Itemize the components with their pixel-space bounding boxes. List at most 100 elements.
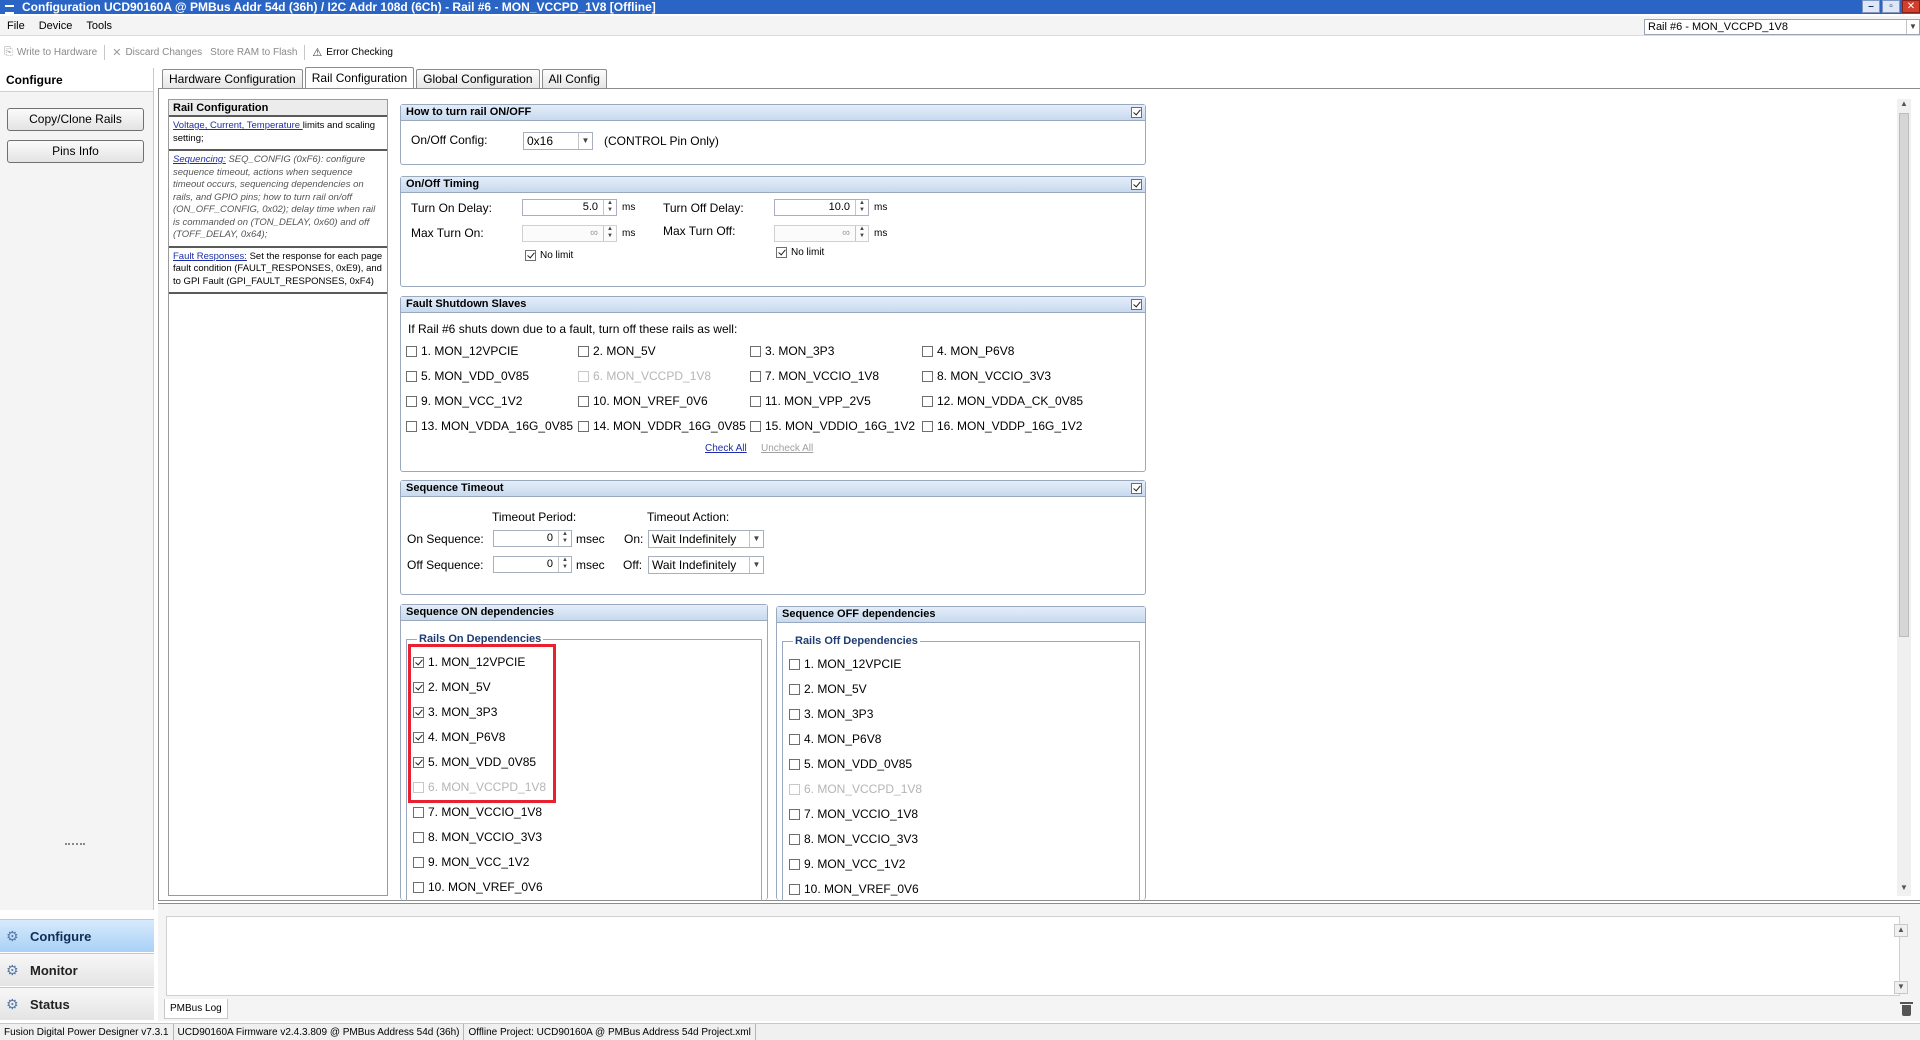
seq-off-rail-9-checkbox[interactable] (789, 858, 800, 870)
seq-on-rail-8[interactable]: 8. MON_VCCIO_3V3 (413, 830, 542, 844)
rail-selector-dropdown[interactable]: Rail #6 - MON_VCCPD_1V8 ▼ (1644, 19, 1920, 35)
seq-off-rail-1-checkbox[interactable] (789, 658, 800, 670)
trash-icon[interactable] (1900, 1002, 1914, 1017)
fault-rail-13[interactable]: 13. MON_VDDA_16G_0V85 (406, 419, 574, 433)
seq-off-rail-10-checkbox[interactable] (789, 883, 800, 895)
log-scroll-down-icon[interactable]: ▼ (1894, 981, 1908, 994)
tab-rail-configuration[interactable]: Rail Configuration (304, 67, 415, 88)
store-ram-to-flash-button[interactable]: Store RAM to Flash (206, 43, 301, 62)
off-sequence-timeout-spinner[interactable]: ▲ ▼ (558, 557, 571, 572)
max-turn-on-nolimit-checkbox[interactable] (525, 250, 536, 261)
copy-clone-rails-button[interactable]: Copy/Clone Rails (7, 108, 144, 131)
fault-rail-2-checkbox[interactable] (578, 345, 589, 357)
content-scrollbar[interactable]: ▲ ▼ (1897, 99, 1911, 896)
fault-enable-checkbox[interactable] (1131, 299, 1142, 310)
sequencing-link[interactable]: Sequencing: (173, 154, 226, 165)
log-scroll-up-icon[interactable]: ▲ (1894, 924, 1908, 937)
menu-device[interactable]: Device (32, 20, 80, 32)
scroll-up-icon[interactable]: ▲ (1897, 99, 1911, 112)
seq-on-rail-9-checkbox[interactable] (413, 856, 424, 868)
fault-rail-8-checkbox[interactable] (922, 370, 933, 382)
seq-on-rail-8-checkbox[interactable] (413, 831, 424, 843)
max-turn-on-input[interactable]: ∞ ▲ ▼ (522, 225, 617, 242)
max-turn-off-nolimit-checkbox[interactable] (776, 247, 787, 258)
seq-off-rail-2[interactable]: 2. MON_5V (789, 682, 867, 696)
max-turn-off-spinner[interactable]: ▲ ▼ (855, 226, 868, 241)
seq-off-rail-5-checkbox[interactable] (789, 758, 800, 770)
turn-off-delay-input[interactable]: 10.0 ▲ ▼ (774, 199, 869, 216)
nav-section-configure[interactable]: ⚙ Configure (0, 919, 154, 952)
tab-global-configuration[interactable]: Global Configuration (416, 69, 540, 88)
uncheck-all-link[interactable]: Uncheck All (761, 443, 813, 454)
seq-off-rail-4[interactable]: 4. MON_P6V8 (789, 732, 881, 746)
nav-section-status[interactable]: ⚙ Status (0, 987, 154, 1020)
seq-off-rail-7-checkbox[interactable] (789, 808, 800, 820)
menu-tools[interactable]: Tools (79, 20, 119, 32)
fault-rail-15-checkbox[interactable] (750, 420, 761, 432)
fault-rail-7[interactable]: 7. MON_VCCIO_1V8 (750, 369, 879, 383)
onoff-enable-checkbox[interactable] (1131, 107, 1142, 118)
minimize-button[interactable]: – (1862, 0, 1880, 13)
voltage-current-temp-link[interactable]: Voltage, Current, Temperature (173, 120, 303, 131)
fault-rail-7-checkbox[interactable] (750, 370, 761, 382)
restore-button[interactable]: ▫ (1882, 0, 1900, 13)
onoff-config-dropdown[interactable]: 0x16 ▼ (523, 132, 593, 150)
timeout-enable-checkbox[interactable] (1131, 483, 1142, 494)
turn-on-delay-spinner[interactable]: ▲ ▼ (603, 200, 616, 215)
timing-enable-checkbox[interactable] (1131, 179, 1142, 190)
fault-rail-3[interactable]: 3. MON_3P3 (750, 344, 834, 358)
seq-on-rail-7[interactable]: 7. MON_VCCIO_1V8 (413, 805, 542, 819)
nav-section-monitor[interactable]: ⚙ Monitor (0, 953, 154, 986)
discard-changes-button[interactable]: ✕ Discard Changes (108, 43, 206, 62)
fault-rail-16-checkbox[interactable] (922, 420, 933, 432)
off-timeout-action-dropdown[interactable]: Wait Indefinitely ▼ (648, 556, 764, 574)
scroll-down-icon[interactable]: ▼ (1897, 883, 1911, 896)
seq-off-rail-3-checkbox[interactable] (789, 708, 800, 720)
menu-file[interactable]: File (0, 20, 32, 32)
on-sequence-timeout-input[interactable]: 0 ▲ ▼ (493, 530, 572, 547)
max-turn-on-spinner[interactable]: ▲ ▼ (603, 226, 616, 241)
log-scrollbar[interactable]: ▲ ▼ (1894, 924, 1908, 994)
max-turn-on-nolimit[interactable]: No limit (525, 250, 573, 261)
seq-off-rail-3[interactable]: 3. MON_3P3 (789, 707, 873, 721)
on-timeout-action-dropdown[interactable]: Wait Indefinitely ▼ (648, 530, 764, 548)
max-turn-off-input[interactable]: ∞ ▲ ▼ (774, 225, 869, 242)
seq-off-rail-10[interactable]: 10. MON_VREF_0V6 (789, 882, 919, 896)
seq-off-rail-7[interactable]: 7. MON_VCCIO_1V8 (789, 807, 918, 821)
tab-pmbus-log[interactable]: PMBus Log (164, 999, 228, 1019)
fault-rail-11-checkbox[interactable] (750, 395, 761, 407)
fault-rail-15[interactable]: 15. MON_VDDIO_16G_1V2 (750, 419, 915, 433)
fault-rail-1-checkbox[interactable] (406, 345, 417, 357)
fault-rail-14[interactable]: 14. MON_VDDR_16G_0V85 (578, 419, 746, 433)
fault-rail-9[interactable]: 9. MON_VCC_1V2 (406, 394, 522, 408)
seq-off-rail-4-checkbox[interactable] (789, 733, 800, 745)
fault-rail-4-checkbox[interactable] (922, 345, 933, 357)
seq-on-rail-7-checkbox[interactable] (413, 806, 424, 818)
fault-responses-link[interactable]: Fault Responses: (173, 251, 247, 262)
seq-on-rail-10-checkbox[interactable] (413, 881, 424, 893)
splitter-grip[interactable] (65, 843, 85, 845)
seq-on-rail-10[interactable]: 10. MON_VREF_0V6 (413, 880, 543, 894)
seq-off-rail-8-checkbox[interactable] (789, 833, 800, 845)
seq-on-rail-9[interactable]: 9. MON_VCC_1V2 (413, 855, 529, 869)
fault-rail-1[interactable]: 1. MON_12VPCIE (406, 344, 518, 358)
on-sequence-timeout-spinner[interactable]: ▲ ▼ (558, 531, 571, 546)
fault-rail-2[interactable]: 2. MON_5V (578, 344, 656, 358)
pins-info-button[interactable]: Pins Info (7, 140, 144, 163)
write-to-hardware-button[interactable]: ⎘ Write to Hardware (0, 43, 101, 62)
fault-rail-16[interactable]: 16. MON_VDDP_16G_1V2 (922, 419, 1082, 433)
fault-rail-8[interactable]: 8. MON_VCCIO_3V3 (922, 369, 1051, 383)
fault-rail-10-checkbox[interactable] (578, 395, 589, 407)
turn-off-delay-spinner[interactable]: ▲ ▼ (855, 200, 868, 215)
seq-off-rail-8[interactable]: 8. MON_VCCIO_3V3 (789, 832, 918, 846)
fault-rail-10[interactable]: 10. MON_VREF_0V6 (578, 394, 708, 408)
check-all-link[interactable]: Check All (705, 443, 747, 454)
chevron-down-icon[interactable]: ▼ (1906, 20, 1919, 34)
scroll-thumb[interactable] (1899, 113, 1909, 637)
off-sequence-timeout-input[interactable]: 0 ▲ ▼ (493, 556, 572, 573)
seq-off-rail-1[interactable]: 1. MON_12VPCIE (789, 657, 901, 671)
fault-rail-5-checkbox[interactable] (406, 370, 417, 382)
seq-off-rail-9[interactable]: 9. MON_VCC_1V2 (789, 857, 905, 871)
fault-rail-3-checkbox[interactable] (750, 345, 761, 357)
error-checking-button[interactable]: ⚠ Error Checking (308, 43, 397, 62)
